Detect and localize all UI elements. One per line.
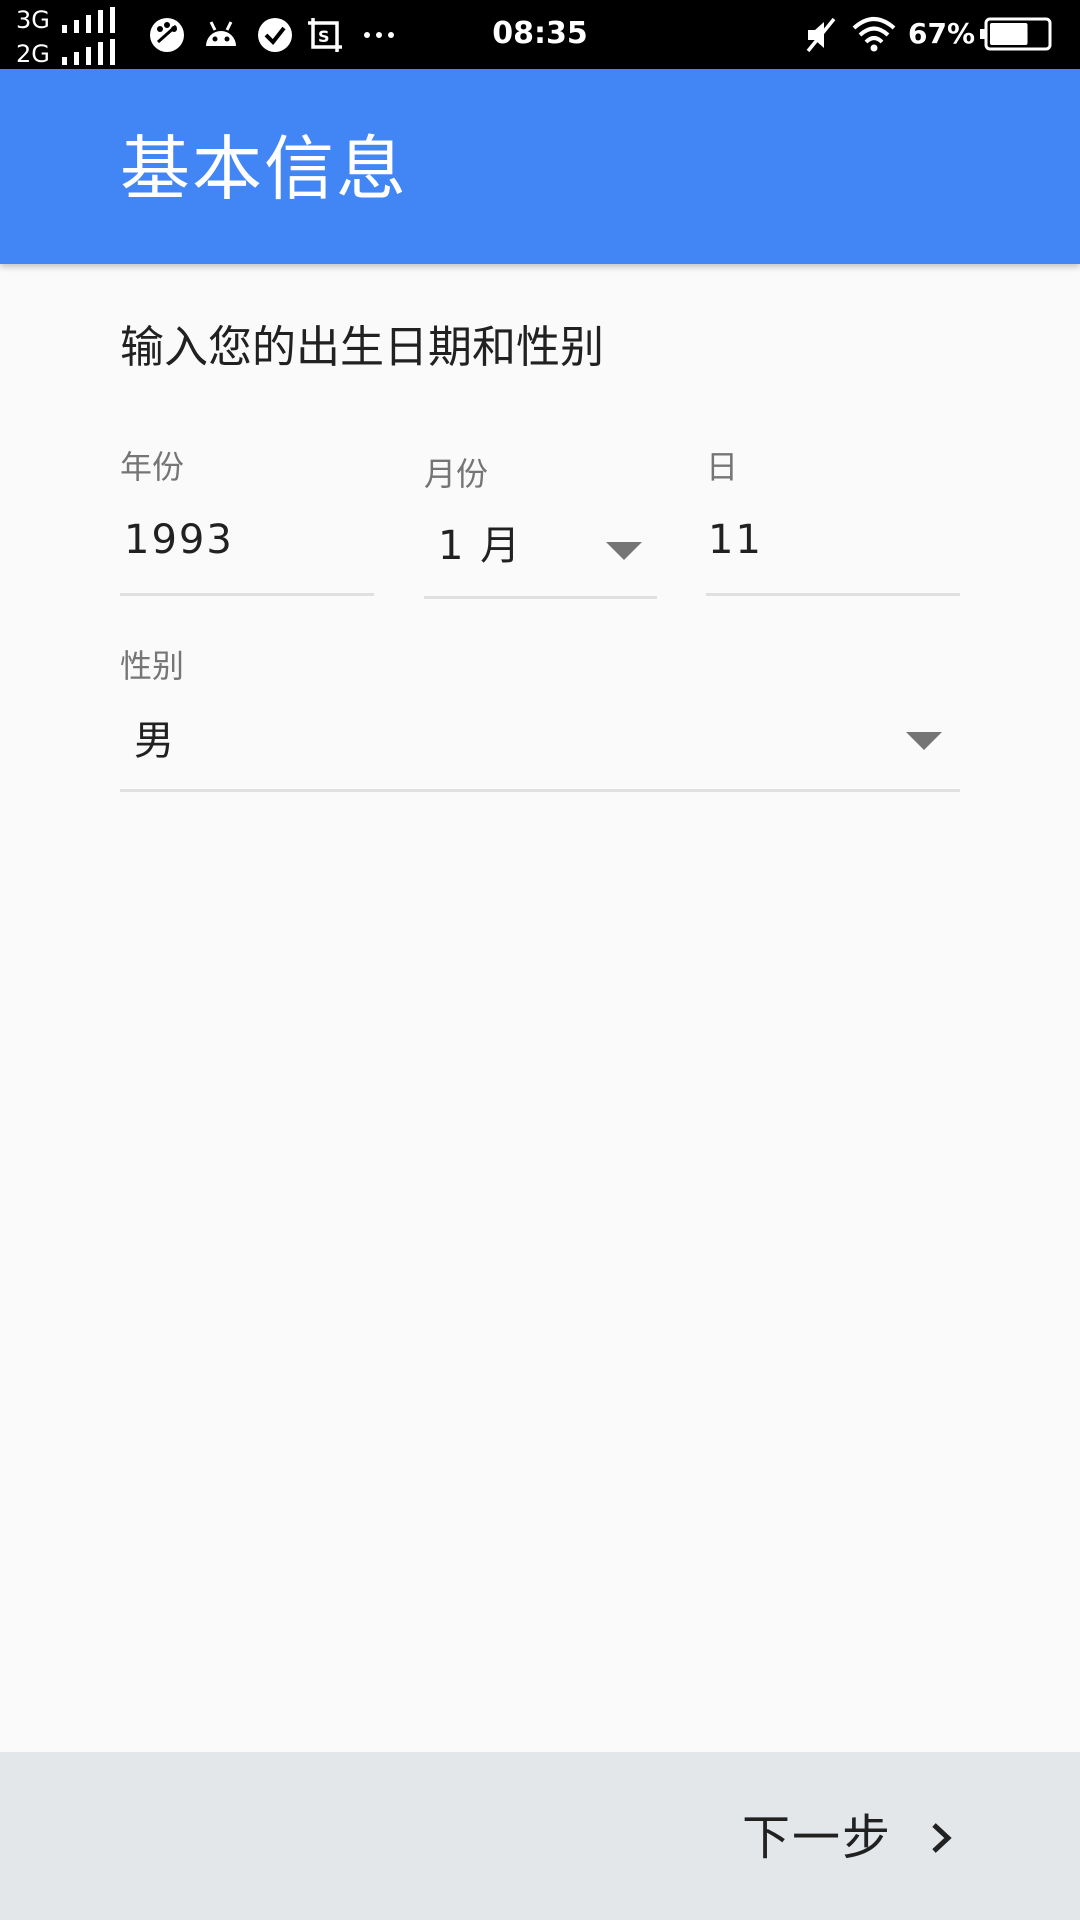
gender-value: 男 xyxy=(134,718,176,764)
year-input[interactable]: 1993 xyxy=(120,510,374,598)
wifi-icon xyxy=(852,17,896,52)
day-underline xyxy=(706,593,960,596)
android-icon xyxy=(206,21,236,46)
chevron-down-icon xyxy=(906,732,942,750)
signal-strength-icon xyxy=(62,39,116,65)
battery-percent: 67% xyxy=(908,17,976,50)
year-value: 1993 xyxy=(124,517,234,563)
form-subtitle: 输入您的出生日期和性别 xyxy=(120,322,604,373)
chevron-down-icon xyxy=(606,542,642,560)
svg-text:S: S xyxy=(318,27,330,46)
day-label: 日 xyxy=(706,448,739,486)
battery-icon xyxy=(980,17,1052,51)
next-button-label: 下一步 xyxy=(742,1810,893,1866)
palette-icon xyxy=(150,18,184,52)
day-value: 11 xyxy=(708,517,763,563)
month-underline xyxy=(424,596,657,599)
month-value: 1 月 xyxy=(438,523,523,569)
year-label: 年份 xyxy=(120,448,185,486)
status-time: 08:35 xyxy=(492,16,588,51)
network-indicators: 3G 2G xyxy=(16,4,120,68)
next-button[interactable]: 下一步 xyxy=(720,1784,980,1888)
app-bar: 基本信息 xyxy=(0,69,1080,264)
bottom-navigation-bar: 下一步 xyxy=(0,1752,1080,1920)
network-type-2: 2G xyxy=(16,40,50,68)
chevron-right-icon xyxy=(932,1823,952,1853)
check-circle-icon xyxy=(258,18,292,52)
gender-dropdown[interactable]: 男 xyxy=(120,700,960,793)
gender-label: 性别 xyxy=(120,647,185,685)
page-title: 基本信息 xyxy=(120,128,408,210)
network-type-1: 3G xyxy=(16,6,50,34)
mute-icon xyxy=(806,17,836,53)
screenshot-icon: S xyxy=(308,18,342,52)
more-dots-icon xyxy=(364,32,394,38)
month-label: 月份 xyxy=(424,455,489,493)
year-underline xyxy=(120,593,374,596)
status-bar: 3G 2G S 08:35 67% xyxy=(0,0,1080,69)
signal-strength-icon xyxy=(62,7,116,33)
day-input[interactable]: 11 xyxy=(706,510,960,598)
month-dropdown[interactable]: 1 月 xyxy=(424,510,657,600)
gender-underline xyxy=(120,789,960,792)
